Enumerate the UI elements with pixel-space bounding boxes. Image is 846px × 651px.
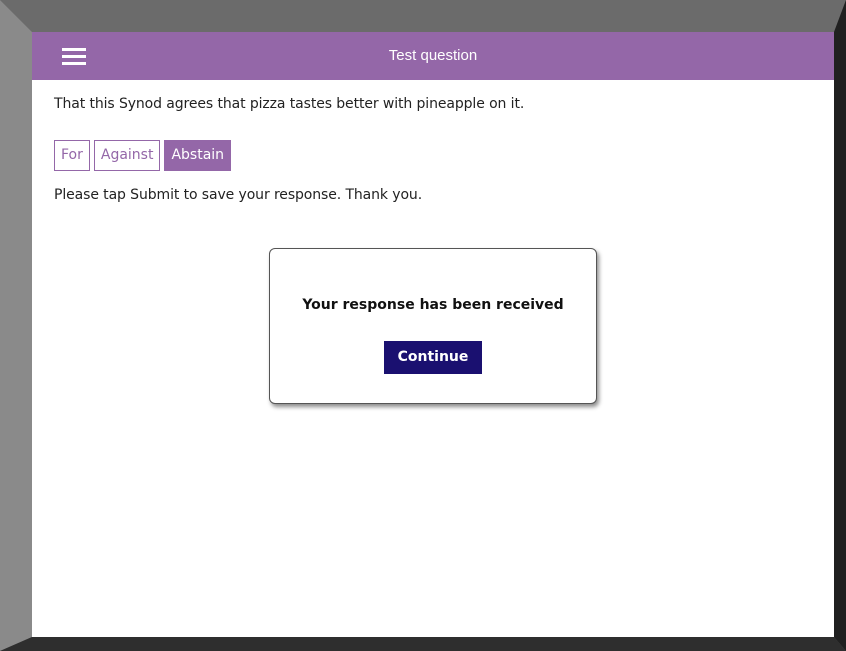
- frame-bevel-top: [0, 0, 846, 32]
- app-header: Test question: [32, 32, 834, 80]
- confirmation-message: Your response has been received: [302, 297, 564, 313]
- frame-bevel-left: [0, 0, 32, 651]
- app-screen: Test question That this Synod agrees tha…: [32, 32, 834, 637]
- page-title: Test question: [388, 47, 478, 64]
- confirmation-dialog: Your response has been received Continue: [269, 248, 597, 404]
- frame-bevel-bottom: [0, 637, 846, 651]
- option-against-button[interactable]: Against: [93, 140, 161, 171]
- question-text: That this Synod agrees that pizza tastes…: [54, 96, 525, 112]
- vote-options: For Against Abstain: [54, 140, 232, 171]
- option-for-button[interactable]: For: [54, 140, 90, 171]
- option-abstain-button[interactable]: Abstain: [164, 140, 232, 171]
- frame-bevel-right: [834, 0, 846, 651]
- continue-button[interactable]: Continue: [384, 341, 482, 374]
- submit-instruction: Please tap Submit to save your response.…: [54, 187, 423, 203]
